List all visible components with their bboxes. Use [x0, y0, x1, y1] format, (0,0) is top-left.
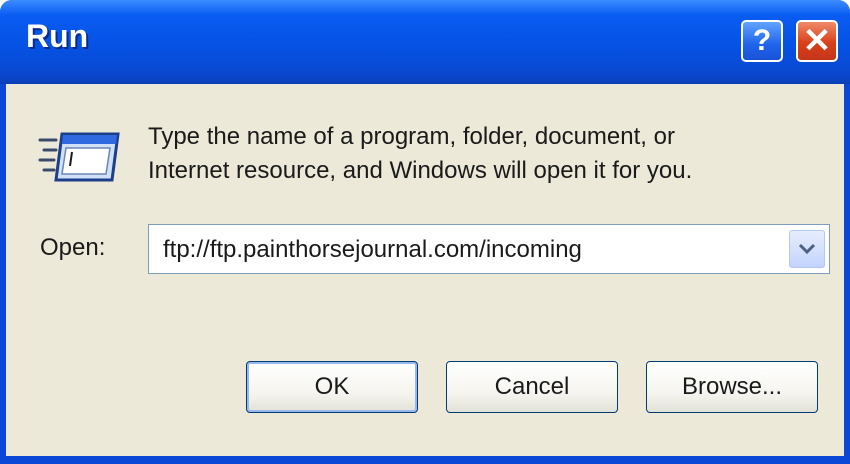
ok-button[interactable]: OK [246, 361, 418, 413]
chevron-down-icon [798, 243, 816, 255]
cancel-button[interactable]: Cancel [446, 361, 618, 413]
window-title: Run [26, 18, 89, 54]
instructions-line-2: Internet resource, and Windows will open… [148, 157, 693, 184]
run-program-icon [38, 132, 120, 182]
instructions-text: Type the name of a program, folder, docu… [148, 120, 828, 188]
help-icon: ? [752, 24, 772, 57]
help-button[interactable]: ? [741, 20, 783, 62]
dialog-body: Type the name of a program, folder, docu… [6, 84, 844, 456]
run-dialog: Run ? ✕ Type the name of a program, fold… [0, 0, 850, 464]
open-combobox[interactable]: ftp://ftp.painthorsejournal.com/incoming [148, 224, 830, 274]
instructions-line-1: Type the name of a program, folder, docu… [148, 123, 675, 150]
close-icon: ✕ [802, 22, 832, 60]
dropdown-button[interactable] [789, 230, 825, 268]
title-bar[interactable]: Run ? ✕ [0, 0, 850, 84]
open-input[interactable]: ftp://ftp.painthorsejournal.com/incoming [163, 236, 582, 264]
open-label: Open: [40, 234, 106, 261]
browse-button[interactable]: Browse... [646, 361, 818, 413]
close-button[interactable]: ✕ [796, 20, 838, 62]
